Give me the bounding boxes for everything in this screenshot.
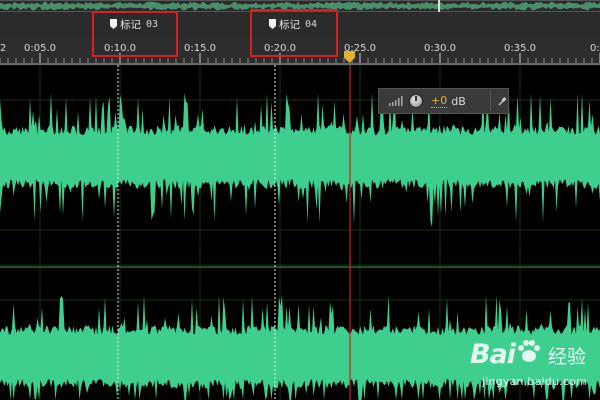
level-hud[interactable]: +0 dB	[378, 88, 509, 114]
paw-logo-icon	[518, 340, 540, 362]
marker-03-highlight-box	[92, 11, 178, 57]
level-meter-icon	[389, 96, 403, 106]
level-value[interactable]: +0	[431, 94, 448, 108]
pin-icon[interactable]	[498, 96, 508, 106]
watermark-brand: Bai	[470, 339, 516, 370]
overview-playhead	[438, 0, 440, 12]
audio-editor-view: 标记 03 标记 04 2 0:05.0 0:10.0 0:15.0 0:20.…	[0, 0, 600, 400]
ruler-tick-label: 0:05.0	[24, 43, 56, 54]
marker-04-highlight-box	[250, 9, 338, 57]
watermark-suffix: 经验	[548, 346, 587, 368]
ruler-tick-label: 0:15.0	[184, 43, 216, 54]
watermark-url: jingyan.baidu.com	[482, 375, 587, 388]
level-unit: dB	[451, 94, 466, 108]
ruler-edge-label-right: 0:4	[590, 43, 600, 54]
level-separator	[489, 91, 491, 111]
volume-knob[interactable]	[409, 94, 423, 108]
baidu-jingyan-watermark: Bai 经验 jingyan.baidu.com	[470, 333, 595, 395]
ruler-tick-label: 0:30.0	[424, 43, 456, 54]
ruler-edge-label-left: 2	[0, 43, 7, 54]
ruler-tick-label: 0:35.0	[504, 43, 536, 54]
